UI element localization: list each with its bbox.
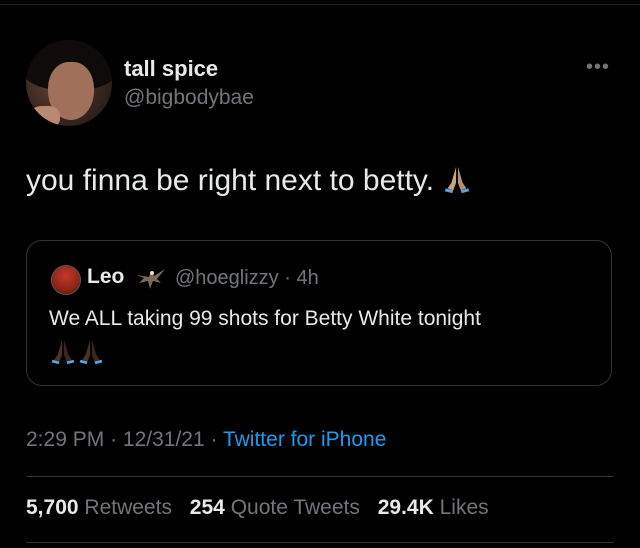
retweets-label: Retweets <box>84 496 172 519</box>
top-divider <box>0 4 640 5</box>
tweet-text: you finna be right next to betty. <box>26 164 472 198</box>
tweet-source-link[interactable]: Twitter for iPhone <box>223 428 386 451</box>
author-display-name[interactable]: tall spice <box>124 56 218 82</box>
meta-separator-2: · <box>210 428 218 451</box>
folded-hands-icon <box>445 166 470 194</box>
likes-stat[interactable]: 29.4K Likes <box>378 496 489 519</box>
retweets-stat[interactable]: 5,700 Retweets <box>26 496 172 519</box>
quoted-tweet-time[interactable]: 4h <box>296 267 318 289</box>
folded-hands-icon <box>79 339 103 365</box>
tweet-text-content: you finna be right next to betty. <box>26 164 435 197</box>
author-avatar[interactable] <box>26 40 112 126</box>
quoted-author-meta: @hoeglizzy · 4h <box>175 267 319 290</box>
tweet-meta: 2:29 PM · 12/31/21 · Twitter for iPhone <box>26 428 386 452</box>
tweet-stats: 5,700 Retweets 254 Quote Tweets 29.4K Li… <box>26 496 489 520</box>
eagle-icon <box>137 269 165 289</box>
stats-top-divider <box>26 476 614 477</box>
quoted-author-handle[interactable]: @hoeglizzy <box>175 267 279 289</box>
author-handle[interactable]: @bigbodybae <box>124 86 254 110</box>
stats-bottom-divider <box>26 542 614 543</box>
quoted-tweet-text: We ALL taking 99 shots for Betty White t… <box>49 307 481 330</box>
retweets-count: 5,700 <box>26 496 79 519</box>
quoted-meta-separator: · <box>284 267 291 289</box>
quoted-author-avatar[interactable] <box>51 265 81 295</box>
likes-label: Likes <box>439 496 489 519</box>
more-options-icon[interactable]: ••• <box>586 56 610 79</box>
folded-hands-icon <box>51 339 75 365</box>
quote-tweets-stat[interactable]: 254 Quote Tweets <box>190 496 360 519</box>
tweet-time[interactable]: 2:29 PM <box>26 428 104 451</box>
tweet-date[interactable]: 12/31/21 <box>123 428 205 451</box>
quote-tweets-count: 254 <box>189 496 225 519</box>
avatar-hand <box>30 106 60 126</box>
quoted-tweet-card[interactable]: Leo @hoeglizzy · 4h We ALL taking 99 sho… <box>26 240 612 386</box>
quoted-author-name[interactable]: Leo <box>87 265 124 289</box>
meta-separator: · <box>110 428 118 451</box>
quoted-tweet-emojis <box>49 337 105 372</box>
quote-tweets-label: Quote Tweets <box>230 496 360 519</box>
likes-count: 29.4K <box>377 496 434 519</box>
